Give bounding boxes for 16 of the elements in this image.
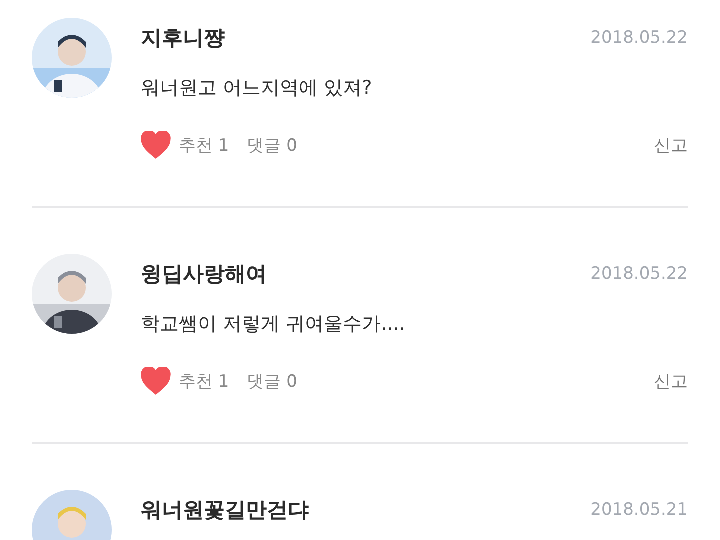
author-name: 워너원꽃길만걷댜 xyxy=(141,497,309,524)
heart-icon[interactable] xyxy=(141,131,171,159)
post-date: 2018.05.21 xyxy=(590,500,688,520)
reply-count[interactable]: 댓글 0 xyxy=(247,134,298,156)
post-date: 2018.05.22 xyxy=(590,28,688,48)
report-link[interactable]: 신고 xyxy=(654,370,688,392)
reply-count[interactable]: 댓글 0 xyxy=(247,370,298,392)
post-date: 2018.05.22 xyxy=(590,264,688,284)
report-link[interactable]: 신고 xyxy=(654,134,688,156)
author-name: 윙딥사랑해여 xyxy=(141,261,267,288)
comment-text: 워너원고 어느지역에 있져? xyxy=(141,76,374,101)
like-count[interactable]: 추천 1 xyxy=(179,370,230,392)
comment-text: 학교쌤이 저렇게 귀여울수가.... xyxy=(141,312,406,337)
like-count[interactable]: 추천 1 xyxy=(179,134,230,156)
heart-icon[interactable] xyxy=(141,367,171,395)
author-name: 지후니쨩 xyxy=(141,25,225,52)
